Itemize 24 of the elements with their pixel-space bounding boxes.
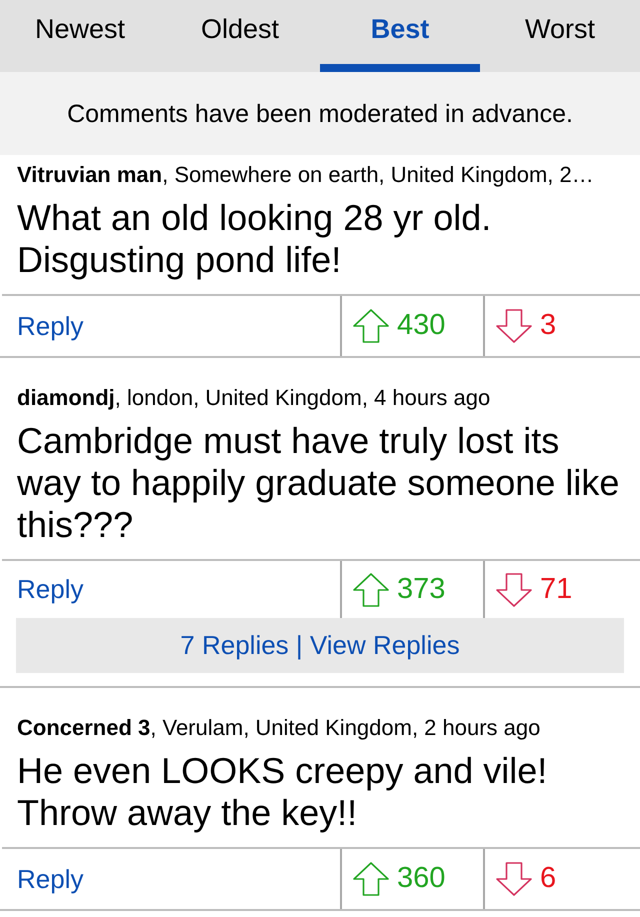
- sort-tab[interactable]: Worst: [480, 0, 640, 72]
- downvote-button[interactable]: 6: [483, 849, 640, 909]
- sort-tab[interactable]: Newest: [0, 0, 160, 72]
- up-arrow-icon: [353, 309, 389, 343]
- downvote-button[interactable]: 3: [483, 296, 640, 356]
- up-arrow-icon: [353, 572, 389, 606]
- reply-button[interactable]: Reply: [2, 561, 340, 618]
- upvote-button[interactable]: 360: [340, 849, 483, 909]
- sort-tab[interactable]: Oldest: [160, 0, 320, 72]
- reply-button[interactable]: Reply: [2, 296, 340, 356]
- comment-text: Cambridge must have truly lost its way to happily graduate someone like this???: [17, 420, 620, 546]
- moderation-notice: Comments have been moderated in advance.: [67, 98, 573, 130]
- down-arrow-icon: [496, 309, 532, 343]
- view-replies-button[interactable]: 7 Replies | View Replies: [16, 618, 624, 673]
- down-arrow-icon: [496, 862, 532, 896]
- comment-byline: Vitruvian man, Somewhere on earth, United Kingdom, 2…: [17, 163, 594, 187]
- up-arrow-icon: [353, 862, 389, 896]
- comment-byline: diamondj, london, United Kingdom, 4 hours ago: [17, 386, 490, 410]
- comment-byline: Concerned 3, Verulam, United Kingdom, 2 hours ago: [17, 716, 540, 740]
- comment-text: What an old looking 28 yr old. Disgusting pond life!: [17, 197, 492, 281]
- down-arrow-icon: [496, 572, 532, 606]
- upvote-button[interactable]: 430: [340, 296, 483, 356]
- reply-button[interactable]: Reply: [2, 849, 340, 909]
- comment-text: He even LOOKS creepy and vile! Throw away the key!!: [17, 750, 548, 834]
